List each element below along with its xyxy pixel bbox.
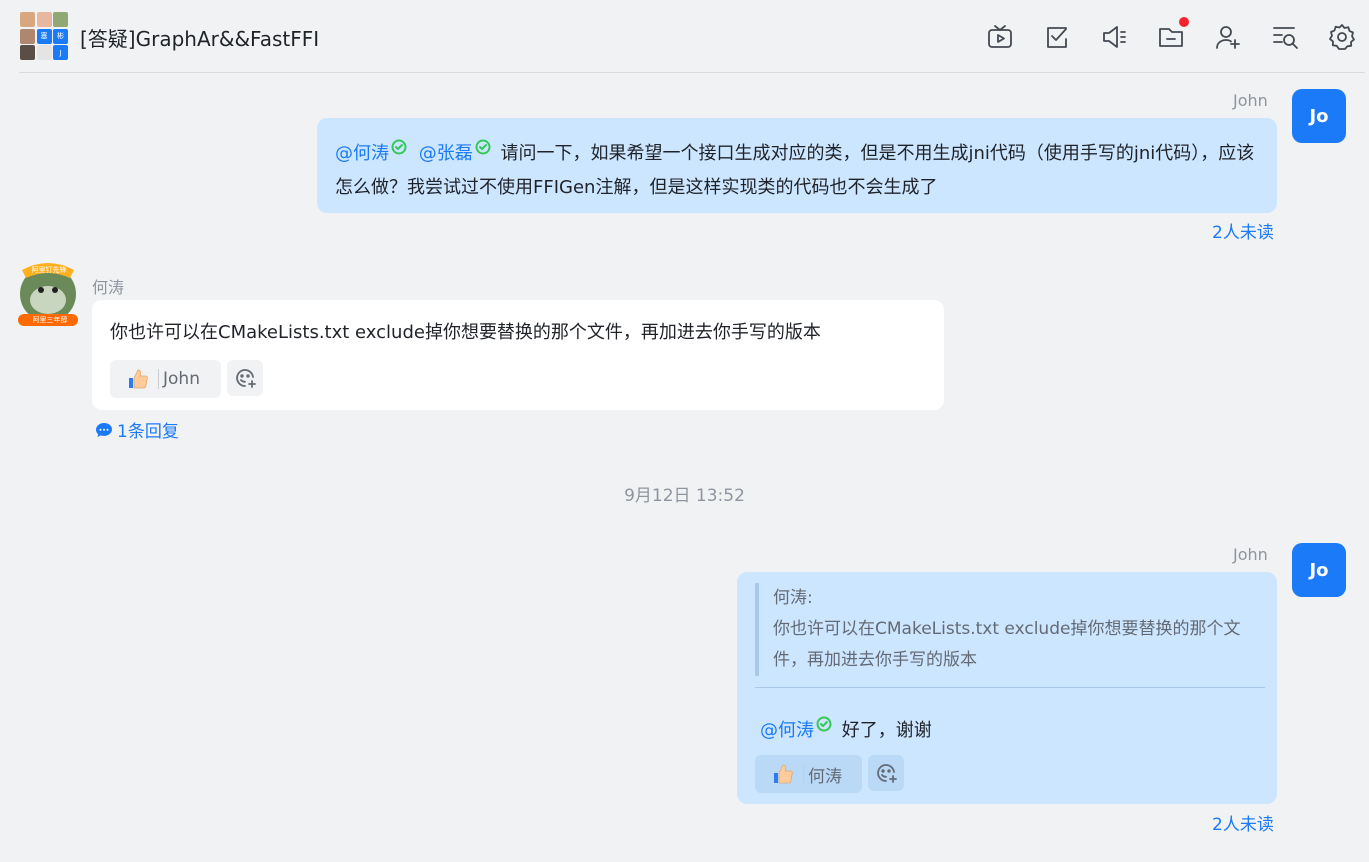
unread-status[interactable]: 2人未读 bbox=[1212, 810, 1274, 835]
reaction-separator bbox=[158, 369, 159, 389]
member-avatar-thumb: J bbox=[53, 45, 68, 60]
member-avatar-thumb bbox=[20, 12, 35, 27]
add-reaction-button[interactable] bbox=[868, 755, 904, 791]
timestamp-divider: 9月12日 13:52 bbox=[624, 486, 745, 506]
message-bubble[interactable]: @何涛 @张磊 请问一下，如果希望一个接口生成对应的类，但是不用生成jni代码（… bbox=[317, 118, 1277, 213]
member-avatar-thumb bbox=[20, 28, 35, 44]
message-text: @何涛 @张磊 请问一下，如果希望一个接口生成对应的类，但是不用生成jni代码（… bbox=[335, 133, 1260, 205]
unread-status[interactable]: 2人未读 bbox=[1212, 218, 1274, 243]
avatar[interactable]: Jo bbox=[1292, 89, 1346, 143]
member-avatar-thumb bbox=[36, 45, 52, 60]
header-divider bbox=[19, 72, 1365, 73]
quote-text: 你也许可以在CMakeLists.txt exclude掉你想要替换的那个文件，… bbox=[773, 619, 1241, 670]
group-avatar[interactable]: 塞 彬 J bbox=[20, 12, 68, 60]
chat-header: 塞 彬 J [答疑]GraphAr&&FastFFI bbox=[0, 0, 1369, 72]
settings-icon[interactable] bbox=[1327, 22, 1357, 52]
reply-count: 1条回复 bbox=[117, 422, 179, 442]
reaction-user: 何涛 bbox=[808, 766, 842, 787]
quoted-message[interactable]: 何涛: 你也许可以在CMakeLists.txt exclude掉你想要替换的那… bbox=[755, 583, 1265, 676]
avatar[interactable]: Jo bbox=[1292, 543, 1346, 597]
verified-check-icon bbox=[475, 133, 491, 167]
message-text: @何涛 好了，谢谢 bbox=[760, 710, 932, 748]
thumbs-up-icon bbox=[774, 764, 793, 784]
message-text: 你也许可以在CMakeLists.txt exclude掉你想要替换的那个文件，… bbox=[110, 322, 821, 343]
quote-divider bbox=[755, 687, 1265, 688]
add-emoji-icon bbox=[236, 369, 256, 388]
tv-icon[interactable] bbox=[985, 22, 1015, 52]
thumbs-up-icon bbox=[129, 369, 148, 389]
chat-bubble-icon bbox=[96, 422, 112, 437]
mention[interactable]: @何涛 bbox=[760, 720, 814, 741]
reaction-chip[interactable]: 何涛 bbox=[755, 755, 862, 793]
group-title[interactable]: [答疑]GraphAr&&FastFFI bbox=[80, 23, 319, 52]
avatar[interactable]: 阿里钉先锋 阿里三年醇 bbox=[14, 256, 82, 328]
announcement-icon[interactable] bbox=[1099, 22, 1129, 52]
notification-dot bbox=[1179, 17, 1189, 27]
folder-icon[interactable] bbox=[1156, 17, 1189, 52]
sender-name: John bbox=[1233, 545, 1268, 564]
member-avatar-thumb: 彬 bbox=[53, 28, 68, 44]
thread-reply-link[interactable]: 1条回复 bbox=[95, 417, 179, 442]
reaction-separator bbox=[803, 764, 804, 784]
message-body: 好了，谢谢 bbox=[841, 720, 932, 741]
mention[interactable]: @何涛 bbox=[335, 143, 389, 164]
add-reaction-button[interactable] bbox=[227, 360, 263, 396]
member-avatar-thumb bbox=[20, 45, 35, 60]
avatar-tag: 阿里三年醇 bbox=[32, 316, 68, 324]
search-history-icon[interactable] bbox=[1270, 22, 1300, 52]
sender-name: John bbox=[1233, 91, 1268, 110]
member-avatar-thumb bbox=[53, 12, 68, 27]
member-avatar-thumb bbox=[36, 12, 52, 27]
add-emoji-icon bbox=[877, 764, 897, 783]
mention[interactable]: @张磊 bbox=[419, 143, 473, 164]
reaction-user: John bbox=[163, 369, 200, 389]
add-member-icon[interactable] bbox=[1213, 22, 1243, 52]
verified-check-icon bbox=[391, 133, 407, 167]
member-avatar-thumb: 塞 bbox=[36, 28, 52, 44]
sender-name: 何涛 bbox=[92, 278, 125, 297]
avatar-badge: 阿里钉先锋 bbox=[31, 266, 67, 274]
task-check-icon[interactable] bbox=[1042, 22, 1072, 52]
reaction-chip[interactable]: John bbox=[110, 360, 221, 398]
quote-author: 何涛: bbox=[773, 588, 813, 608]
verified-check-icon bbox=[816, 710, 832, 744]
